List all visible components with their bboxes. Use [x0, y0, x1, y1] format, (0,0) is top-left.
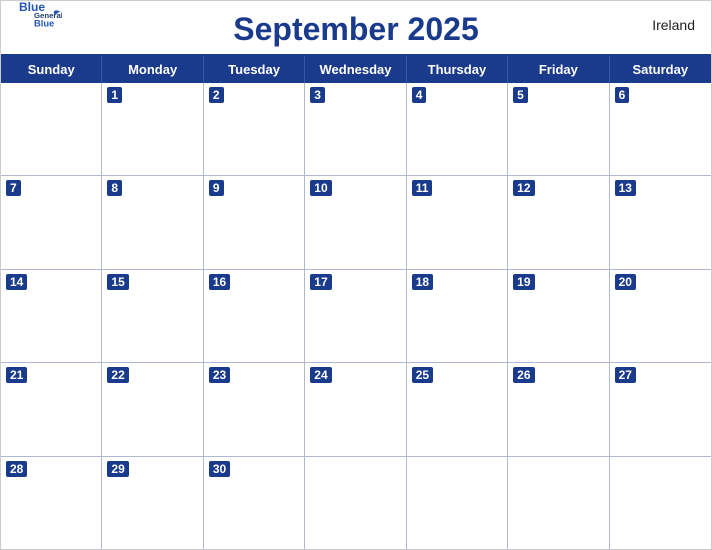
day-number: 25 — [412, 367, 433, 383]
calendar-title: September 2025 — [233, 11, 478, 48]
day-number: 14 — [6, 274, 27, 290]
day-number: 20 — [615, 274, 636, 290]
calendar-header: General Blue General Blue September 2025… — [1, 1, 711, 54]
day-cell: 17 — [305, 270, 406, 362]
day-header-sunday: Sunday — [1, 56, 102, 83]
country-label: Ireland — [652, 17, 695, 33]
day-cell — [610, 457, 711, 549]
week-row-1: 1 2 3 4 5 6 — [1, 83, 711, 176]
day-number: 18 — [412, 274, 433, 290]
day-number: 15 — [107, 274, 128, 290]
day-cell: 14 — [1, 270, 102, 362]
week-row-5: 28 29 30 — [1, 457, 711, 549]
day-header-saturday: Saturday — [610, 56, 711, 83]
day-number: 24 — [310, 367, 331, 383]
day-cell: 24 — [305, 363, 406, 455]
day-cell: 26 — [508, 363, 609, 455]
day-number: 17 — [310, 274, 331, 290]
day-header-tuesday: Tuesday — [204, 56, 305, 83]
day-number: 23 — [209, 367, 230, 383]
day-cell: 25 — [407, 363, 508, 455]
day-cell: 29 — [102, 457, 203, 549]
day-number: 4 — [412, 87, 427, 103]
day-number: 5 — [513, 87, 528, 103]
day-number: 11 — [412, 180, 433, 196]
day-number: 12 — [513, 180, 534, 196]
day-number: 26 — [513, 367, 534, 383]
day-cell: 12 — [508, 176, 609, 268]
calendar-container: General Blue General Blue September 2025… — [0, 0, 712, 550]
day-number: 22 — [107, 367, 128, 383]
day-number: 3 — [310, 87, 325, 103]
day-number: 30 — [209, 461, 230, 477]
day-number: 10 — [310, 180, 331, 196]
day-cell — [1, 83, 102, 175]
day-number: 21 — [6, 367, 27, 383]
week-row-4: 21 22 23 24 25 26 27 — [1, 363, 711, 456]
days-header: Sunday Monday Tuesday Wednesday Thursday… — [1, 56, 711, 83]
day-cell: 13 — [610, 176, 711, 268]
calendar-grid: Sunday Monday Tuesday Wednesday Thursday… — [1, 54, 711, 549]
bird-icon — [58, 0, 78, 11]
day-cell — [508, 457, 609, 549]
logo-area: General Blue General Blue — [17, 9, 78, 14]
day-cell: 4 — [407, 83, 508, 175]
weeks-container: 1234567891011121314151617181920212223242… — [1, 83, 711, 549]
day-cell — [305, 457, 406, 549]
day-number: 8 — [107, 180, 122, 196]
day-number: 9 — [209, 180, 224, 196]
day-cell: 27 — [610, 363, 711, 455]
week-row-2: 7 8 9 10 11 12 13 — [1, 176, 711, 269]
day-cell: 5 — [508, 83, 609, 175]
day-cell: 21 — [1, 363, 102, 455]
day-header-wednesday: Wednesday — [305, 56, 406, 83]
logo-blue-text: Blue — [19, 0, 56, 14]
day-number: 7 — [6, 180, 21, 196]
day-cell: 15 — [102, 270, 203, 362]
week-row-3: 14 15 16 17 18 19 20 — [1, 270, 711, 363]
day-cell — [407, 457, 508, 549]
day-cell: 22 — [102, 363, 203, 455]
day-cell: 23 — [204, 363, 305, 455]
day-cell: 3 — [305, 83, 406, 175]
day-cell: 11 — [407, 176, 508, 268]
day-cell: 1 — [102, 83, 203, 175]
day-number: 27 — [615, 367, 636, 383]
day-header-monday: Monday — [102, 56, 203, 83]
day-number: 1 — [107, 87, 122, 103]
day-cell: 28 — [1, 457, 102, 549]
day-header-friday: Friday — [508, 56, 609, 83]
day-cell: 20 — [610, 270, 711, 362]
day-header-thursday: Thursday — [407, 56, 508, 83]
day-cell: 16 — [204, 270, 305, 362]
day-number: 16 — [209, 274, 230, 290]
svg-text:Blue: Blue — [34, 19, 54, 27]
day-cell: 6 — [610, 83, 711, 175]
day-cell: 18 — [407, 270, 508, 362]
day-number: 19 — [513, 274, 534, 290]
day-cell: 10 — [305, 176, 406, 268]
day-cell: 9 — [204, 176, 305, 268]
day-cell: 30 — [204, 457, 305, 549]
day-number: 2 — [209, 87, 224, 103]
day-number: 6 — [615, 87, 630, 103]
day-number: 13 — [615, 180, 636, 196]
day-number: 28 — [6, 461, 27, 477]
day-number: 29 — [107, 461, 128, 477]
day-cell: 19 — [508, 270, 609, 362]
day-cell: 7 — [1, 176, 102, 268]
day-cell: 2 — [204, 83, 305, 175]
day-cell: 8 — [102, 176, 203, 268]
